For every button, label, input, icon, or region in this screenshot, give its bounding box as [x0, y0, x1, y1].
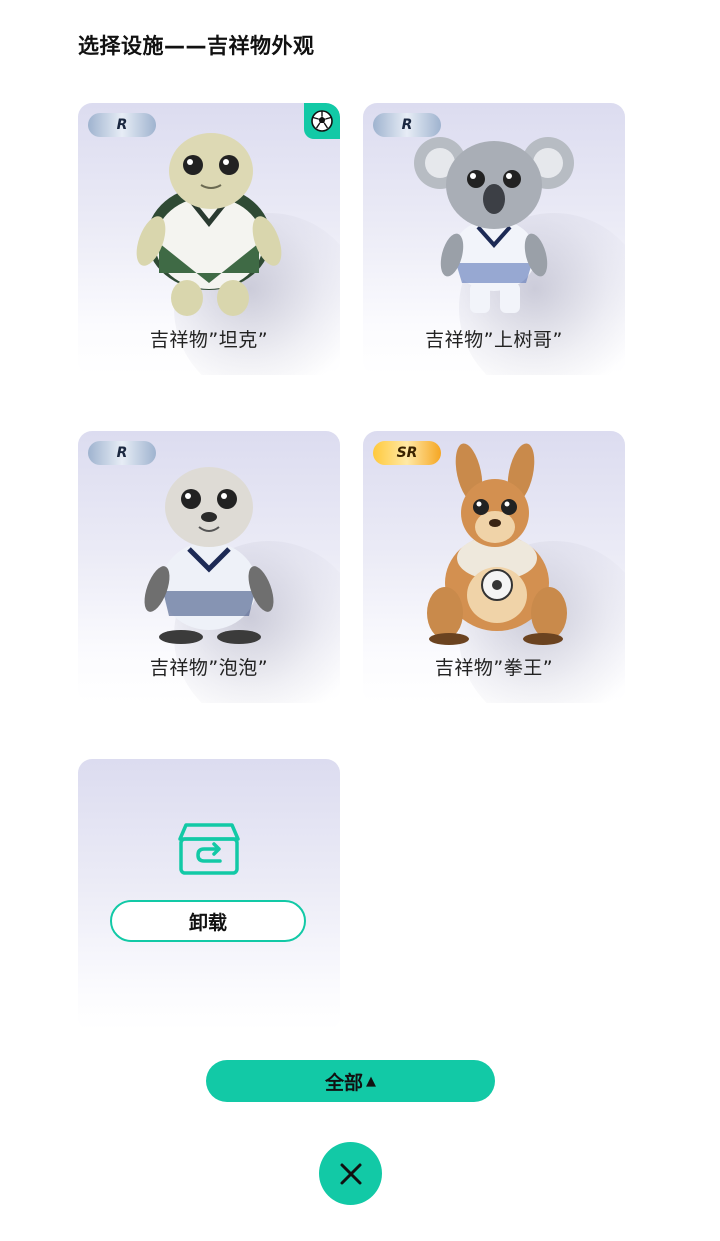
mascot-card-tank[interactable]: R 吉祥物”坦克”: [78, 103, 340, 375]
triangle-up-icon: ▲: [366, 1073, 376, 1089]
turtle-mascot-icon: [136, 133, 282, 316]
close-icon: [340, 1163, 361, 1184]
mascot-card-koala[interactable]: R 吉祥物”上树哥”: [363, 103, 625, 375]
mascot-name: 吉祥物”坦克”: [149, 329, 269, 351]
page-title: 选择设施——吉祥物外观: [78, 34, 315, 58]
kangaroo-mascot-icon: [427, 443, 567, 645]
close-button[interactable]: [319, 1142, 382, 1205]
unload-box-icon: [178, 823, 240, 875]
filter-all-button[interactable]: 全部 ▲: [206, 1060, 495, 1102]
filter-label: 全部: [324, 1071, 363, 1094]
mascot-card-kangaroo[interactable]: SR 吉祥物”拳王”: [363, 431, 625, 703]
mascot-name: 吉祥物”泡泡”: [149, 657, 269, 679]
mascot-card-seal[interactable]: R 吉祥物”泡泡”: [78, 431, 340, 703]
koala-mascot-icon: [414, 137, 574, 313]
mascot-name: 吉祥物”拳王”: [434, 657, 554, 679]
unload-button[interactable]: 卸载: [110, 900, 306, 942]
unload-card: 卸载: [78, 759, 340, 1031]
seal-mascot-icon: [144, 467, 274, 644]
mascot-name: 吉祥物”上树哥”: [425, 329, 563, 351]
soccer-ball-icon: [304, 103, 340, 139]
